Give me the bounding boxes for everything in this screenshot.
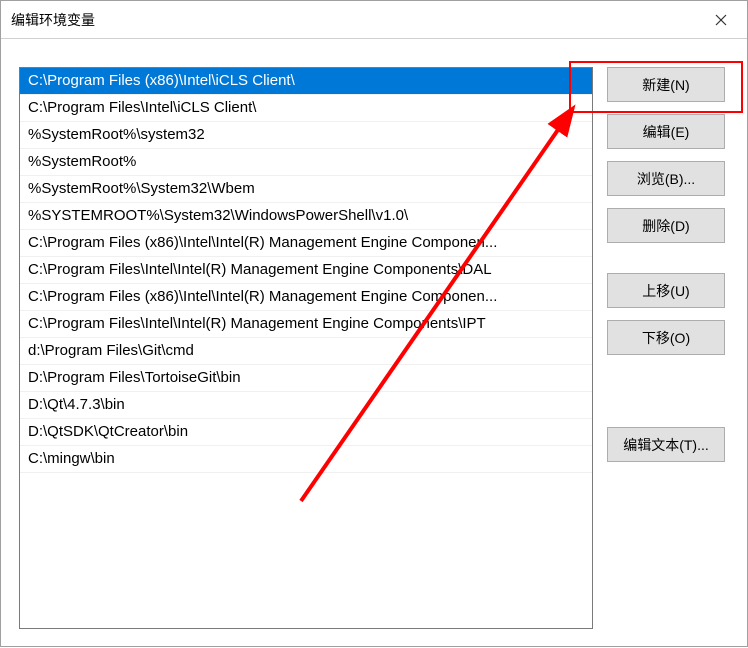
new-button[interactable]: 新建(N) (607, 67, 725, 102)
list-item[interactable]: C:\Program Files\Intel\iCLS Client\ (20, 95, 592, 122)
path-listbox[interactable]: C:\Program Files (x86)\Intel\iCLS Client… (19, 67, 593, 629)
list-item[interactable]: %SystemRoot%\system32 (20, 122, 592, 149)
list-item[interactable]: C:\mingw\bin (20, 446, 592, 473)
list-item[interactable]: D:\Program Files\TortoiseGit\bin (20, 365, 592, 392)
list-item[interactable]: C:\Program Files\Intel\Intel(R) Manageme… (20, 257, 592, 284)
movedown-button[interactable]: 下移(O) (607, 320, 725, 355)
list-item[interactable]: D:\Qt\4.7.3\bin (20, 392, 592, 419)
dialog-window: 编辑环境变量 C:\Program Files (x86)\Intel\iCLS… (0, 0, 748, 647)
list-item[interactable]: %SystemRoot% (20, 149, 592, 176)
list-item[interactable]: C:\Program Files (x86)\Intel\Intel(R) Ma… (20, 284, 592, 311)
button-column: 新建(N) 编辑(E) 浏览(B)... 删除(D) 上移(U) 下移(O) 编… (607, 67, 729, 628)
edittext-button[interactable]: 编辑文本(T)... (607, 427, 725, 462)
titlebar: 编辑环境变量 (1, 1, 747, 39)
list-item[interactable]: d:\Program Files\Git\cmd (20, 338, 592, 365)
list-item[interactable]: D:\QtSDK\QtCreator\bin (20, 419, 592, 446)
list-item[interactable]: C:\Program Files (x86)\Intel\iCLS Client… (20, 68, 592, 95)
list-item[interactable]: C:\Program Files\Intel\Intel(R) Manageme… (20, 311, 592, 338)
close-button[interactable] (707, 6, 735, 34)
delete-button[interactable]: 删除(D) (607, 208, 725, 243)
window-title: 编辑环境变量 (11, 10, 95, 30)
list-item[interactable]: %SYSTEMROOT%\System32\WindowsPowerShell\… (20, 203, 592, 230)
list-item[interactable]: %SystemRoot%\System32\Wbem (20, 176, 592, 203)
browse-button[interactable]: 浏览(B)... (607, 161, 725, 196)
edit-button[interactable]: 编辑(E) (607, 114, 725, 149)
close-icon (715, 14, 727, 26)
dialog-content: C:\Program Files (x86)\Intel\iCLS Client… (1, 39, 747, 646)
moveup-button[interactable]: 上移(U) (607, 273, 725, 308)
list-item[interactable]: C:\Program Files (x86)\Intel\Intel(R) Ma… (20, 230, 592, 257)
